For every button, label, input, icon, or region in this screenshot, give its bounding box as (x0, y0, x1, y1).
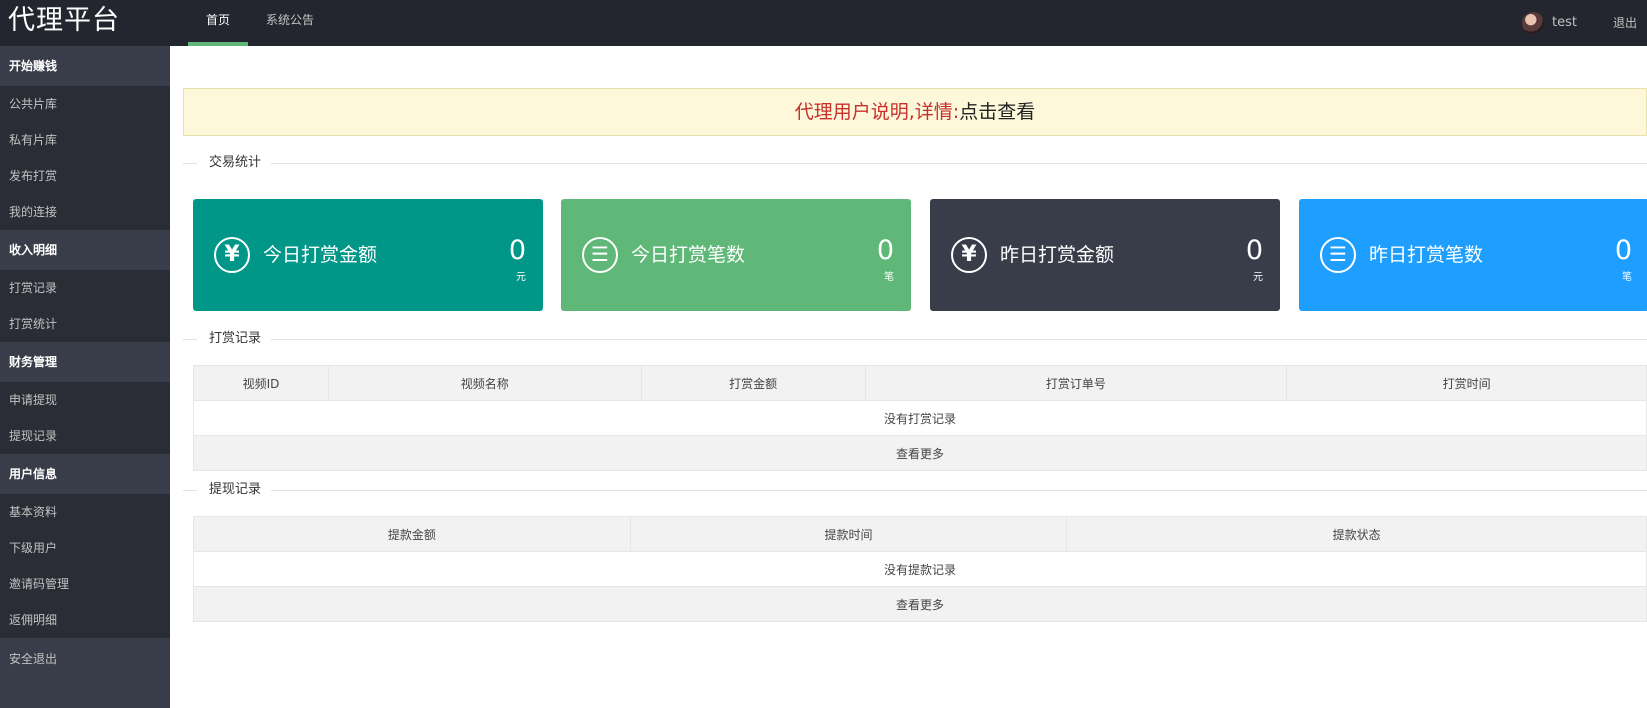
card-label: 今日打赏金额 (263, 244, 378, 266)
card-unit: 元 (1253, 272, 1263, 283)
card-unit: 笔 (1622, 272, 1632, 283)
sidebar-item-private-library[interactable]: 私有片库 (0, 122, 170, 158)
card-today-count: ☰ 今日打赏笔数 0 笔 (561, 199, 911, 311)
card-value: 0 (1614, 235, 1632, 266)
card-value: 0 (508, 235, 526, 266)
card-value: 0 (876, 235, 894, 266)
divider (183, 490, 1647, 491)
column-header: 提款状态 (1066, 516, 1647, 552)
sidebar-item-public-library[interactable]: 公共片库 (0, 86, 170, 122)
top-nav: 首页 系统公告 (188, 0, 332, 46)
column-header: 提款金额 (193, 516, 631, 552)
card-unit: 笔 (884, 272, 894, 283)
sidebar-item-publish-reward[interactable]: 发布打赏 (0, 158, 170, 194)
section-withdraw-records: 提现记录 (183, 480, 1647, 500)
sidebar-item-invite-codes[interactable]: 邀请码管理 (0, 566, 170, 602)
notice-banner: 代理用户说明,详情:点击查看 (183, 88, 1647, 136)
section-withdraw-title: 提现记录 (197, 480, 272, 500)
sidebar-item-apply-withdraw[interactable]: 申请提现 (0, 382, 170, 418)
column-header: 视频ID (193, 365, 329, 401)
sidebar-group-finance[interactable]: 财务管理 (0, 342, 170, 382)
card-yesterday-amount: ¥ 昨日打赏金额 0 元 (930, 199, 1280, 311)
withdraw-table: 提款金额 提款时间 提款状态 没有提款记录 查看更多 (193, 516, 1647, 622)
sidebar-group-income[interactable]: 收入明细 (0, 230, 170, 270)
list-icon: ☰ (1320, 237, 1356, 273)
sidebar-item-reward-records[interactable]: 打赏记录 (0, 270, 170, 306)
empty-message: 没有提款记录 (193, 551, 1647, 587)
nav-announcements[interactable]: 系统公告 (248, 0, 332, 46)
column-header: 打赏时间 (1286, 365, 1647, 401)
table-header-row: 提款金额 提款时间 提款状态 (193, 516, 1647, 552)
notice-link[interactable]: 点击查看 (959, 101, 1035, 123)
avatar[interactable] (1522, 12, 1545, 34)
card-label: 昨日打赏金额 (1000, 244, 1115, 266)
table-row: 没有打赏记录 (193, 400, 1647, 436)
section-stats: 交易统计 (183, 153, 1647, 173)
card-unit: 元 (516, 272, 526, 283)
card-value: 0 (1245, 235, 1263, 266)
top-header: 代理平台 首页 系统公告 test 退出 (0, 0, 1647, 46)
notice-text: 代理用户说明,详情: (794, 101, 960, 123)
main-content: 代理用户说明,详情:点击查看 交易统计 ¥ 今日打赏金额 0 元 ☰ 今日打赏笔… (170, 46, 1647, 708)
nav-home[interactable]: 首页 (188, 0, 249, 46)
view-more-button[interactable]: 查看更多 (193, 435, 1647, 471)
view-more-button[interactable]: 查看更多 (193, 586, 1647, 622)
sidebar-group-earn[interactable]: 开始赚钱 (0, 46, 170, 86)
sidebar-item-basic-profile[interactable]: 基本资料 (0, 494, 170, 530)
sidebar: 开始赚钱 公共片库 私有片库 发布打赏 我的连接 收入明细 打赏记录 打赏统计 … (0, 46, 170, 708)
yen-icon: ¥ (214, 237, 250, 273)
list-icon: ☰ (582, 237, 618, 273)
section-reward-records: 打赏记录 (183, 329, 1647, 349)
sidebar-item-safe-logout[interactable]: 安全退出 (0, 638, 170, 680)
table-row: 查看更多 (193, 586, 1647, 622)
logout-link[interactable]: 退出 (1613, 4, 1637, 42)
empty-message: 没有打赏记录 (193, 400, 1647, 436)
card-label: 今日打赏笔数 (631, 244, 746, 266)
column-header: 视频名称 (327, 365, 642, 401)
card-yesterday-count: ☰ 昨日打赏笔数 0 笔 (1299, 199, 1647, 311)
card-label: 昨日打赏笔数 (1369, 244, 1484, 266)
table-header-row: 视频ID 视频名称 打赏金额 打赏订单号 打赏时间 (193, 365, 1647, 401)
table-row: 查看更多 (193, 435, 1647, 471)
divider (183, 163, 1647, 164)
sidebar-item-reward-stats[interactable]: 打赏统计 (0, 306, 170, 342)
user-name[interactable]: test (1552, 4, 1577, 42)
column-header: 打赏金额 (640, 365, 866, 401)
sidebar-item-withdraw-records[interactable]: 提现记录 (0, 418, 170, 454)
section-reward-title: 打赏记录 (197, 329, 272, 349)
logo: 代理平台 (8, 5, 120, 36)
sidebar-item-sub-users[interactable]: 下级用户 (0, 530, 170, 566)
sidebar-group-user-info[interactable]: 用户信息 (0, 454, 170, 494)
column-header: 提款时间 (629, 516, 1068, 552)
yen-icon: ¥ (951, 237, 987, 273)
sidebar-item-rebate-details[interactable]: 返佣明细 (0, 602, 170, 638)
section-stats-title: 交易统计 (197, 153, 272, 173)
table-row: 没有提款记录 (193, 551, 1647, 587)
reward-table: 视频ID 视频名称 打赏金额 打赏订单号 打赏时间 没有打赏记录 查看更多 (193, 365, 1647, 471)
card-today-amount: ¥ 今日打赏金额 0 元 (193, 199, 543, 311)
stat-cards: ¥ 今日打赏金额 0 元 ☰ 今日打赏笔数 0 笔 ¥ 昨日打赏金额 0 元 ☰… (193, 199, 1647, 311)
column-header: 打赏订单号 (864, 365, 1288, 401)
sidebar-item-my-links[interactable]: 我的连接 (0, 194, 170, 230)
divider (183, 339, 1647, 340)
user-area: test 退出 (1522, 0, 1647, 46)
